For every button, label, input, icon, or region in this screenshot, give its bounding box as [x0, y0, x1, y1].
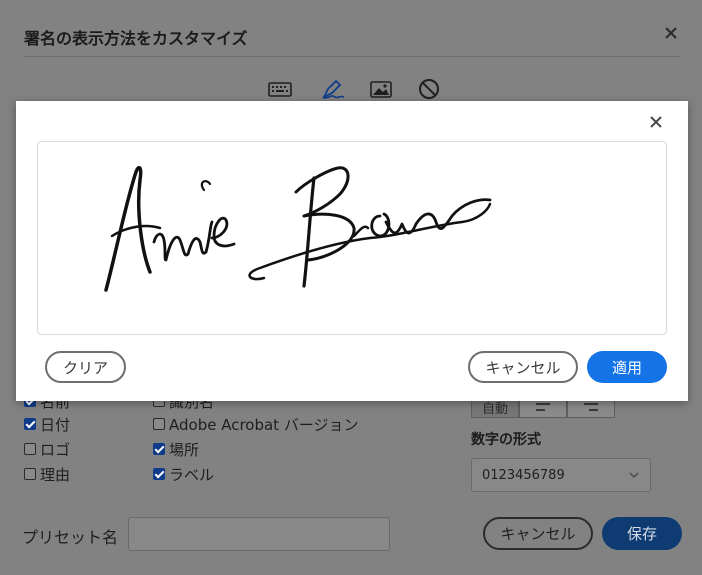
close-icon[interactable]	[647, 113, 665, 131]
apply-button[interactable]: 適用	[587, 351, 667, 383]
location-checkbox[interactable]: 場所	[153, 439, 199, 459]
reason-checkbox[interactable]: 理由	[24, 464, 70, 484]
save-button[interactable]: 保存	[602, 517, 682, 550]
preset-name-label: プリセット名	[22, 528, 119, 547]
checkbox-box	[24, 418, 36, 430]
align-left-icon	[536, 403, 550, 411]
labels-label: ラベル	[169, 465, 215, 484]
acrobat-version-label: Adobe Acrobat バージョン	[169, 415, 359, 434]
title-divider	[24, 56, 681, 57]
logo-checkbox[interactable]: ロゴ	[24, 439, 70, 459]
chevron-down-icon	[629, 472, 639, 479]
clear-button[interactable]: クリア	[45, 351, 126, 383]
dialog-title: 署名の表示方法をカスタマイズ	[24, 29, 248, 48]
date-label: 日付	[40, 415, 71, 434]
reason-label: 理由	[40, 465, 71, 484]
logo-label: ロゴ	[40, 440, 71, 459]
preset-name-input[interactable]	[128, 517, 390, 551]
none-icon[interactable]	[416, 78, 442, 100]
image-icon[interactable]	[368, 78, 394, 100]
acrobat-version-checkbox[interactable]: Adobe Acrobat バージョン	[153, 414, 359, 434]
number-format-select[interactable]: 0123456789	[471, 458, 651, 492]
drawn-signature	[104, 165, 492, 292]
checkbox-box	[153, 468, 165, 480]
location-label: 場所	[169, 440, 200, 459]
number-format-label: 数字の形式	[471, 432, 541, 448]
pen-icon[interactable]	[320, 78, 346, 100]
signature-canvas[interactable]	[37, 141, 667, 335]
checkbox-box	[153, 418, 165, 430]
modal-cancel-button[interactable]: キャンセル	[468, 351, 578, 383]
checkbox-box	[153, 443, 165, 455]
labels-checkbox[interactable]: ラベル	[153, 464, 214, 484]
date-checkbox[interactable]: 日付	[24, 414, 70, 434]
align-right-icon	[584, 403, 598, 411]
keyboard-icon[interactable]	[267, 78, 293, 100]
checkbox-box	[24, 468, 36, 480]
close-icon[interactable]	[660, 22, 682, 44]
checkbox-box	[24, 443, 36, 455]
draw-signature-modal: クリア キャンセル 適用	[16, 101, 688, 401]
dialog-cancel-button[interactable]: キャンセル	[483, 517, 593, 550]
number-format-value: 0123456789	[482, 467, 565, 483]
